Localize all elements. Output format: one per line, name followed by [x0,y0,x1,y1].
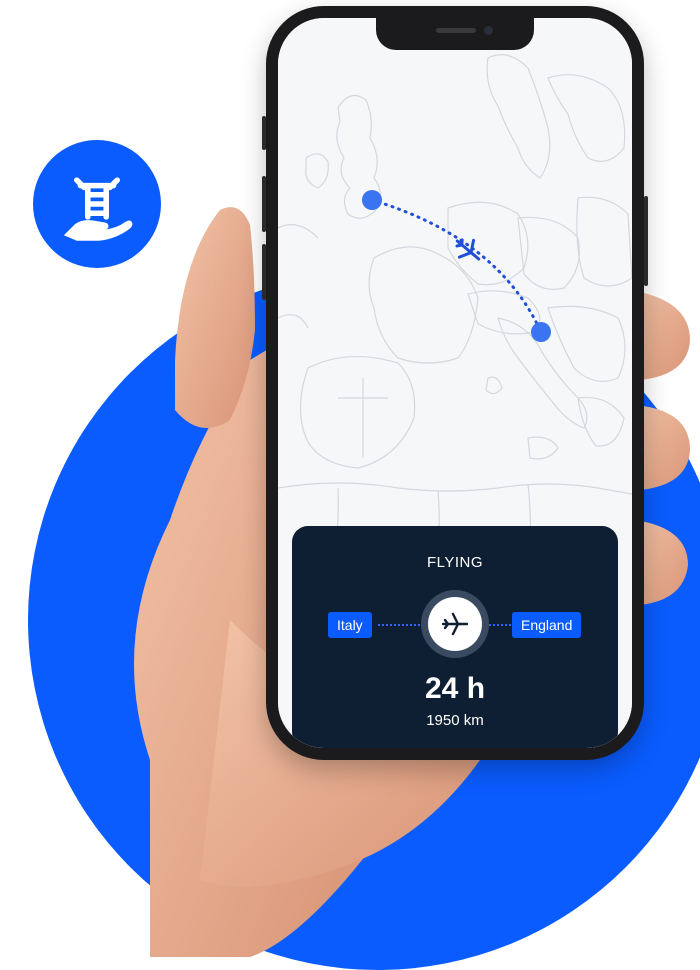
destination-label[interactable]: England [512,612,582,638]
route-line-left [378,624,424,626]
origin-marker[interactable] [362,190,382,210]
scene: FLYING Italy England 24 h 1950 km [0,0,700,970]
phone-notch [376,18,534,50]
volume-up-button [262,176,266,232]
flight-duration: 24 h [424,672,486,705]
smartphone: FLYING Italy England 24 h 1950 km [262,6,648,760]
volume-down-button [262,244,266,300]
route-line-right [486,624,514,626]
power-button [644,196,648,286]
flight-mode-button[interactable] [421,590,489,658]
origin-label[interactable]: Italy [328,612,372,638]
flight-status-card: FLYING Italy England 24 h 1950 km [292,526,618,748]
airplane-icon [441,612,469,636]
phone-screen: FLYING Italy England 24 h 1950 km [278,18,632,748]
mute-switch [262,116,266,150]
flight-status-label: FLYING [426,554,484,571]
earpiece-speaker [436,28,476,33]
destination-marker[interactable] [531,322,551,342]
flight-distance: 1950 km [426,712,484,729]
front-camera [484,26,493,35]
